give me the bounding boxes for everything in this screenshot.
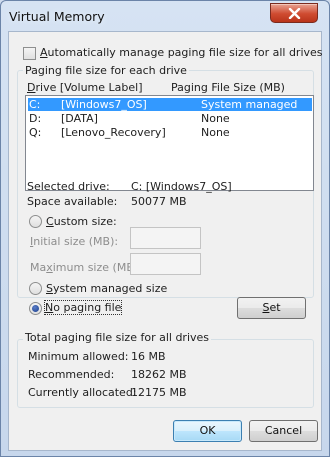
- minimum-allowed-value: 16 MB: [131, 350, 166, 363]
- paging-size: System managed: [201, 98, 298, 111]
- initial-size-label: Initial size (MB):: [30, 235, 119, 248]
- maximum-size-label: Maximum size (MB):: [30, 261, 142, 274]
- column-header-drive: Drive [Volume Label]: [27, 81, 143, 94]
- auto-manage-label[interactable]: Automatically manage paging file size fo…: [40, 46, 323, 59]
- custom-size-label[interactable]: Custom size:: [46, 215, 117, 228]
- system-managed-radio[interactable]: [29, 282, 42, 295]
- volume-label: [DATA]: [61, 112, 98, 125]
- cancel-button[interactable]: Cancel: [249, 420, 318, 442]
- close-icon: [288, 8, 301, 19]
- maximum-size-input[interactable]: [130, 253, 201, 275]
- initial-size-input[interactable]: [130, 227, 201, 249]
- set-button[interactable]: Set: [237, 297, 306, 319]
- ok-button[interactable]: OK: [173, 420, 242, 442]
- drive-letter: Q:: [29, 126, 42, 139]
- volume-label: [Windows7_OS]: [61, 98, 147, 111]
- window-title: Virtual Memory: [9, 9, 105, 24]
- virtual-memory-dialog: Virtual Memory Automatically manage pagi…: [0, 0, 330, 457]
- auto-manage-checkbox[interactable]: [23, 47, 36, 60]
- currently-allocated-label: Currently allocated:: [28, 386, 137, 399]
- list-item[interactable]: C: [Windows7_OS] System managed: [28, 98, 312, 111]
- no-paging-radio[interactable]: [29, 302, 42, 315]
- space-available-value: 50077 MB: [131, 195, 187, 208]
- dialog-body: Automatically manage paging file size fo…: [8, 31, 323, 451]
- close-button[interactable]: [270, 3, 318, 23]
- drive-list[interactable]: C: [Windows7_OS] System managed D: [DATA…: [25, 95, 314, 191]
- drive-letter: C:: [29, 98, 41, 111]
- drive-letter: D:: [29, 112, 42, 125]
- title-bar[interactable]: Virtual Memory: [1, 1, 329, 31]
- paging-file-group-title: Paging file size for each drive: [23, 64, 189, 77]
- currently-allocated-value: 12175 MB: [131, 386, 187, 399]
- list-item[interactable]: D: [DATA] None: [28, 112, 312, 125]
- paging-size: None: [201, 112, 230, 125]
- volume-label: [Lenovo_Recovery]: [61, 126, 166, 139]
- list-item[interactable]: Q: [Lenovo_Recovery] None: [28, 126, 312, 139]
- total-paging-group-title: Total paging file size for all drives: [23, 331, 212, 344]
- space-available-label: Space available:: [27, 195, 118, 208]
- column-header-size: Paging File Size (MB): [171, 81, 285, 94]
- custom-size-radio[interactable]: [29, 215, 42, 228]
- paging-size: None: [201, 126, 230, 139]
- minimum-allowed-label: Minimum allowed:: [28, 350, 129, 363]
- recommended-value: 18262 MB: [131, 368, 187, 381]
- system-managed-label[interactable]: System managed size: [46, 282, 167, 295]
- selected-drive-label: Selected drive:: [27, 180, 110, 193]
- recommended-label: Recommended:: [28, 368, 115, 381]
- no-paging-label[interactable]: No paging file: [43, 300, 123, 315]
- selected-drive-value: C: [Windows7_OS]: [131, 180, 232, 193]
